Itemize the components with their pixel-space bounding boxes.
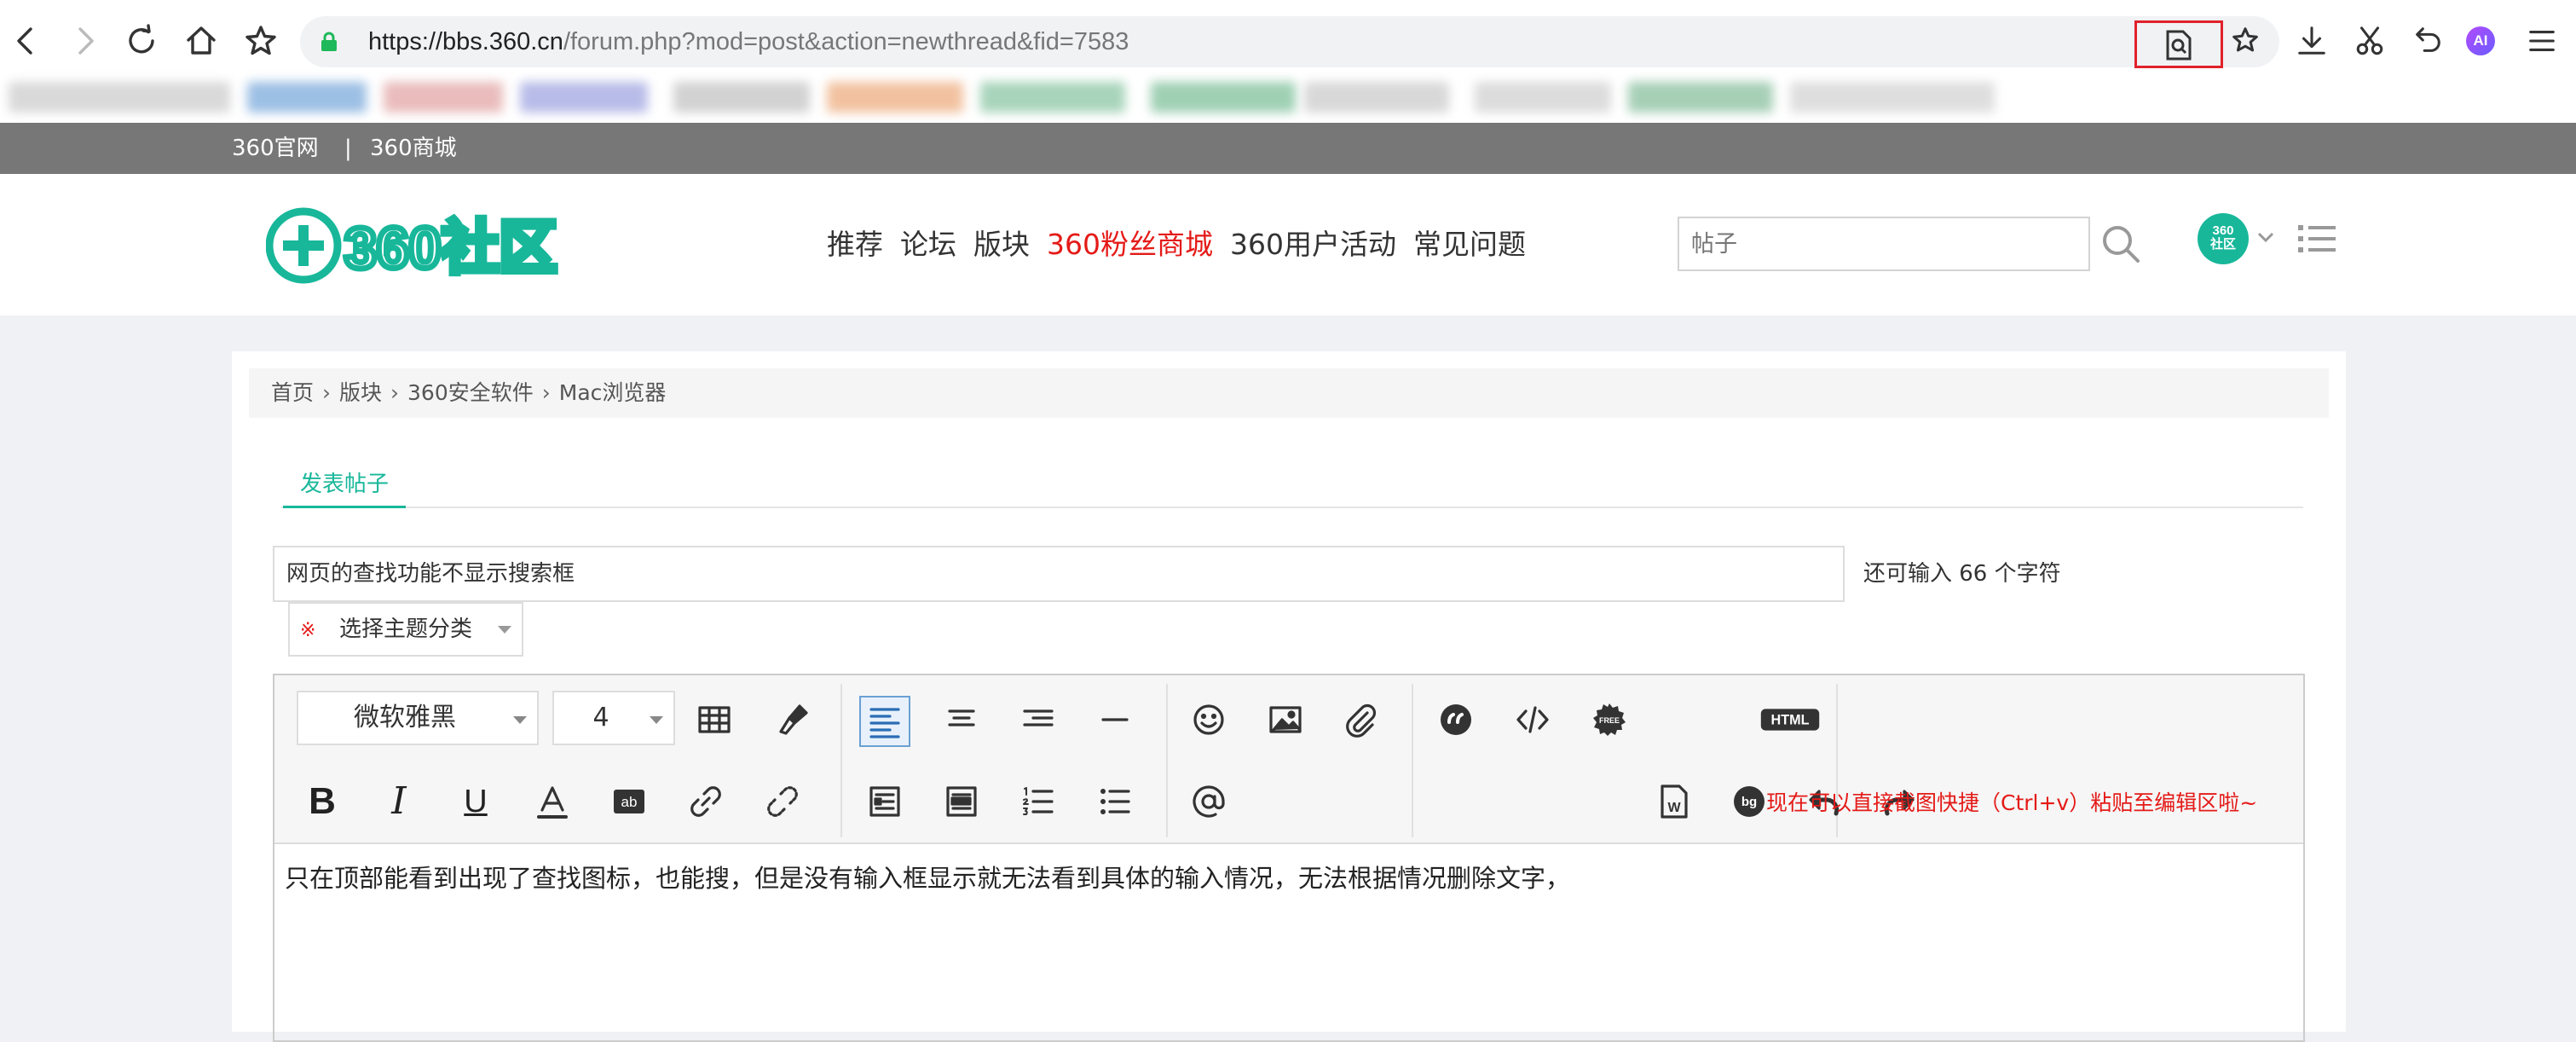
rich-text-editor: 微软雅黑 4 FREE HTML B I U ab W bg 现在可以直接截图快… (273, 674, 2305, 1042)
emoji-icon[interactable] (1183, 694, 1234, 745)
topic-type-select[interactable]: ※ 选择主题分类 (288, 602, 523, 657)
remaining-chars-text: 还可输入 66 个字符 (1863, 561, 2061, 587)
official-site-link[interactable]: 360官网 (232, 135, 319, 162)
ai-assistant-icon[interactable]: AI (2458, 19, 2503, 63)
add-bookmark-icon[interactable] (2223, 19, 2267, 63)
browser-menu-icon[interactable] (2520, 19, 2564, 63)
editor-content-area[interactable]: 只在顶部能看到出现了查找图标，也能搜，但是没有输入框显示就无法看到具体的输入情况… (285, 861, 1570, 895)
forward-icon[interactable] (63, 19, 107, 63)
find-in-page-icon (2166, 30, 2192, 61)
mall-link[interactable]: 360商城 (370, 135, 457, 162)
html-icon[interactable]: HTML (1756, 694, 1824, 745)
font-size-select[interactable]: 4 (552, 691, 675, 745)
nav-recommend[interactable]: 推荐 (827, 223, 883, 266)
indent-icon[interactable] (859, 776, 910, 827)
home-icon[interactable] (179, 19, 223, 63)
bookmark-item[interactable] (980, 82, 1125, 113)
bookmarks-bar (0, 77, 2576, 119)
quote-icon[interactable] (1430, 694, 1481, 745)
background-color-icon[interactable]: ab (604, 776, 655, 827)
bookmark-star-icon[interactable] (239, 19, 283, 63)
align-left-icon[interactable] (859, 696, 910, 747)
site-topbar: 360官网 | 360商城 (0, 123, 2576, 174)
align-right-icon[interactable] (1013, 694, 1064, 745)
nav-boards[interactable]: 版块 (973, 223, 1030, 266)
chevron-down-icon[interactable] (2255, 227, 2276, 247)
download-icon[interactable] (2290, 19, 2334, 63)
breadcrumb-mac-browser[interactable]: Mac浏览器 (559, 380, 667, 405)
find-in-page-button[interactable] (2134, 20, 2223, 68)
topbar-separator: | (344, 136, 352, 161)
svg-text:W: W (1667, 801, 1681, 815)
bookmark-item[interactable] (673, 82, 810, 113)
subject-input[interactable]: 网页的查找功能不显示搜索框 (273, 546, 1845, 602)
site-header: 360社区 推荐 论坛 版块 360粉丝商城 360用户活动 常见问题 360 … (0, 174, 2576, 315)
horizontal-rule-icon[interactable] (1089, 694, 1141, 745)
nav-user-events[interactable]: 360用户活动 (1230, 223, 1396, 266)
svg-text:FREE: FREE (1599, 716, 1620, 725)
bookmark-item[interactable] (247, 82, 367, 113)
editor-toolbar: 微软雅黑 4 FREE HTML B I U ab W bg 现在可以直接截图快… (274, 675, 2303, 844)
svg-text:HTML: HTML (1771, 712, 1810, 727)
bookmark-item[interactable] (1151, 82, 1296, 113)
italic-icon[interactable]: I (373, 776, 425, 827)
word-import-icon[interactable]: W (1649, 776, 1700, 827)
ordered-list-icon[interactable] (1013, 776, 1064, 827)
align-center-icon[interactable] (936, 694, 987, 745)
bookmark-item[interactable] (520, 82, 648, 113)
search-input[interactable] (1678, 217, 2090, 271)
bullet-list-icon[interactable] (1089, 776, 1141, 827)
underline-icon[interactable]: U (450, 776, 501, 827)
breadcrumb: 首页 › 版块 › 360安全软件 › Mac浏览器 (249, 368, 2329, 418)
bold-icon[interactable]: B (297, 776, 348, 827)
svg-text:ab: ab (621, 794, 638, 810)
secure-lock-icon (321, 32, 337, 51)
mention-icon[interactable] (1183, 776, 1234, 827)
code-icon[interactable] (1507, 694, 1558, 745)
back-icon[interactable] (3, 19, 48, 63)
bookmark-item[interactable] (827, 82, 963, 113)
nav-faq[interactable]: 常见问题 (1413, 223, 1526, 266)
screenshot-scissors-icon[interactable] (2348, 19, 2392, 63)
breadcrumb-home[interactable]: 首页 (271, 380, 314, 405)
search-icon[interactable] (2097, 220, 2145, 268)
avatar[interactable]: 360 社区 (2198, 213, 2249, 264)
tab-divider (281, 507, 2303, 508)
table-icon[interactable] (689, 694, 740, 745)
main-nav: 推荐 论坛 版块 360粉丝商城 360用户活动 常见问题 (827, 223, 1526, 266)
paste-screenshot-hint: 现在可以直接截图快捷（Ctrl+v）粘贴至编辑区啦~ (1766, 790, 2258, 815)
post-panel: 首页 › 版块 › 360安全软件 › Mac浏览器 发表帖子 网页的查找功能不显示搜索框 … (232, 351, 2346, 1042)
free-content-icon[interactable]: FREE (1584, 694, 1635, 745)
svg-text:bg: bg (1741, 795, 1757, 809)
outdent-icon[interactable] (936, 776, 987, 827)
bookmark-item[interactable] (1790, 82, 1995, 113)
link-icon[interactable] (680, 776, 731, 827)
svg-text:360社区: 360社区 (344, 216, 557, 281)
browser-chrome: https://bbs.360.cn/forum.php?mod=post&ac… (0, 0, 2576, 123)
unlink-icon[interactable] (757, 776, 808, 827)
font-family-select[interactable]: 微软雅黑 (297, 691, 539, 745)
bookmark-item[interactable] (1475, 82, 1611, 113)
font-color-icon[interactable] (527, 776, 578, 827)
breadcrumb-security-software[interactable]: 360安全软件 (407, 380, 534, 405)
attachment-icon[interactable] (1335, 694, 1386, 745)
nav-fan-mall[interactable]: 360粉丝商城 (1047, 223, 1213, 266)
tab-new-post[interactable]: 发表帖子 (283, 467, 406, 508)
bookmark-item[interactable] (1628, 82, 1773, 113)
site-logo[interactable]: 360社区 (266, 205, 624, 287)
format-painter-icon[interactable] (767, 694, 818, 745)
undo-close-tab-icon[interactable] (2406, 19, 2450, 63)
required-mark: ※ (300, 620, 316, 641)
reload-icon[interactable] (119, 19, 164, 63)
bookmark-item[interactable] (384, 82, 503, 113)
breadcrumb-boards[interactable]: 版块 (339, 380, 382, 405)
bookmark-item[interactable] (9, 82, 230, 113)
url-text: https://bbs.360.cn/forum.php?mod=post&ac… (368, 28, 1129, 55)
nav-forum[interactable]: 论坛 (900, 223, 956, 266)
bookmark-item[interactable] (1304, 82, 1449, 113)
caret-down-icon (498, 626, 511, 634)
list-menu-icon[interactable] (2298, 222, 2337, 256)
image-icon[interactable] (1260, 694, 1311, 745)
address-bar[interactable]: https://bbs.360.cn/forum.php?mod=post&ac… (300, 16, 2279, 67)
